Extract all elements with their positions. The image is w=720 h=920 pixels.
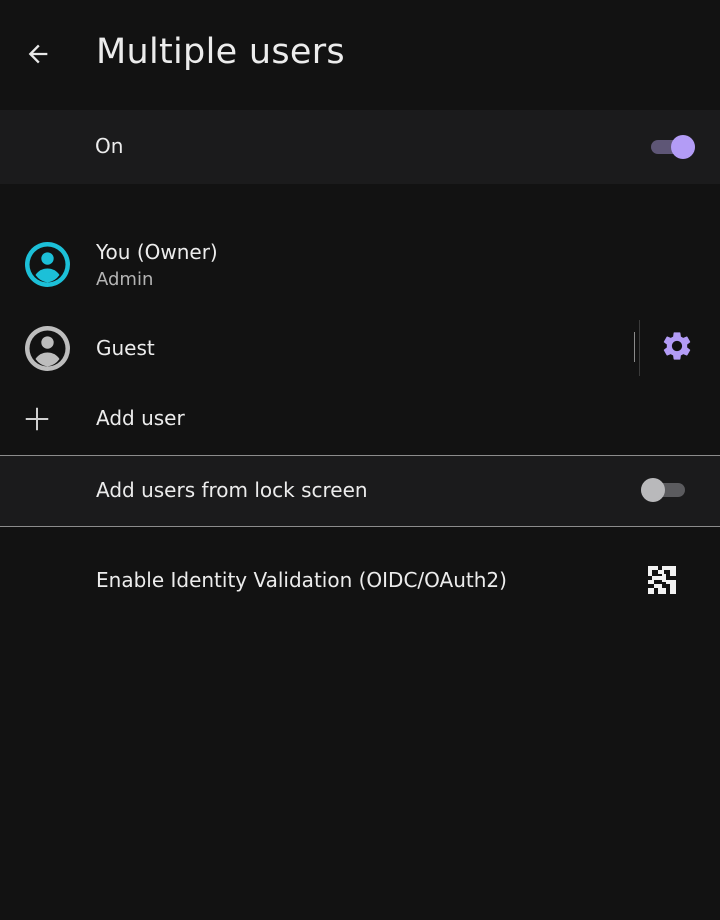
switch-thumb: [641, 478, 665, 502]
account-circle-icon: [25, 242, 70, 287]
lock-screen-row[interactable]: Add users from lock screen: [0, 456, 720, 526]
app-bar: Multiple users: [0, 0, 720, 110]
divider: [639, 320, 640, 376]
qr-code-icon: [648, 566, 676, 594]
main-switch-label: On: [95, 134, 124, 158]
user-name: You (Owner): [96, 240, 218, 264]
back-button[interactable]: [18, 34, 58, 74]
identity-validation-label: Enable Identity Validation (OIDC/OAuth2): [96, 568, 507, 592]
plus-icon: [25, 407, 49, 431]
user-row-owner[interactable]: You (Owner) Admin: [0, 228, 720, 300]
divider: [0, 526, 720, 527]
add-user-row[interactable]: Add user: [0, 390, 720, 450]
main-switch-row[interactable]: On: [0, 110, 720, 184]
main-toggle-switch[interactable]: [651, 135, 695, 159]
switch-thumb: [671, 135, 695, 159]
lock-screen-label: Add users from lock screen: [96, 478, 368, 502]
user-row-guest[interactable]: Guest: [0, 318, 720, 380]
lock-screen-toggle-switch[interactable]: [641, 478, 685, 502]
page-title: Multiple users: [96, 32, 345, 72]
account-circle-icon: [25, 326, 70, 371]
identity-validation-row[interactable]: Enable Identity Validation (OIDC/OAuth2): [0, 548, 720, 612]
user-name: Guest: [96, 336, 155, 360]
gear-icon[interactable]: [660, 329, 694, 363]
divider: [634, 332, 635, 362]
user-role: Admin: [96, 269, 154, 290]
arrow-left-icon: [28, 44, 48, 64]
add-user-label: Add user: [96, 406, 185, 430]
